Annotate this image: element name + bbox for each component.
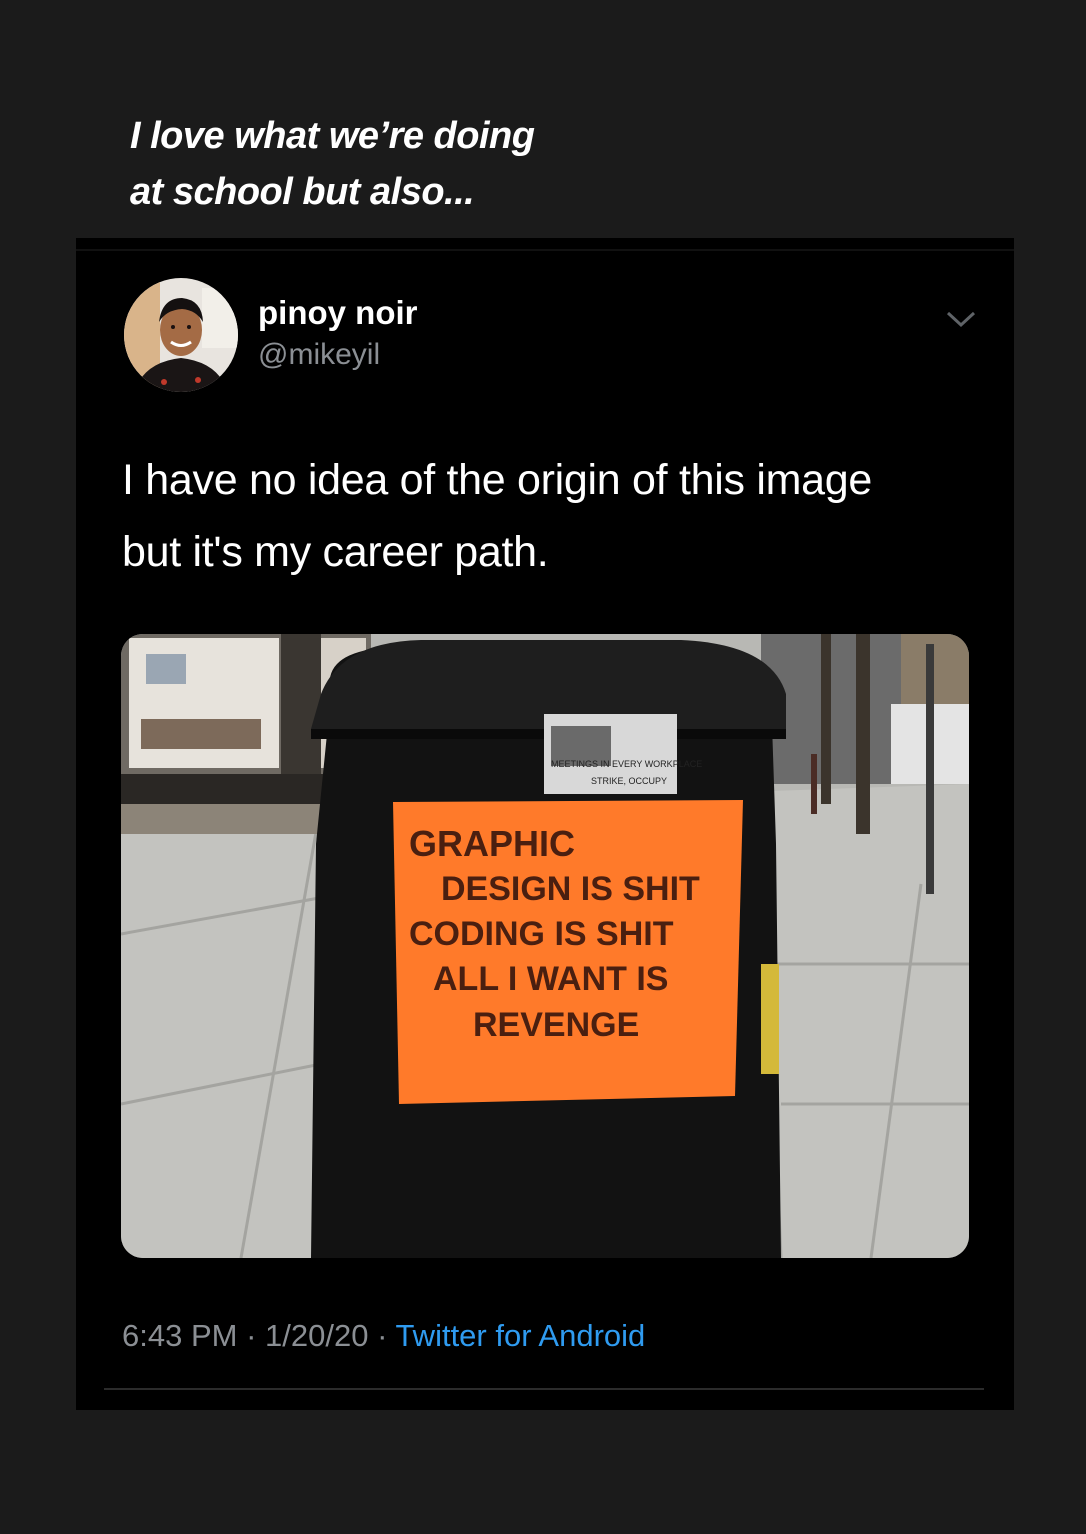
sign-line-4: ALL I WANT IS [433,960,668,998]
caption-line-1: I love what we’re doing [130,115,535,157]
tweet-photo[interactable]: MEETINGS IN EVERY WORKPLACE STRIKE, OCCU… [121,634,969,1258]
chevron-down-icon[interactable] [944,308,978,330]
separator: · [368,1318,396,1353]
tweet-meta: 6:43 PM · 1/20/20 · Twitter for Android [122,1318,645,1354]
divider [104,1388,984,1390]
tweet-date: 1/20/20 [265,1318,369,1353]
display-name[interactable]: pinoy noir [258,294,418,332]
divider [76,249,1014,251]
story-caption: I love what we’re doing at school but al… [130,108,535,220]
tweet-time: 6:43 PM [122,1318,238,1353]
photo-image: MEETINGS IN EVERY WORKPLACE STRIKE, OCCU… [121,634,969,1258]
sign-line-3: CODING IS SHIT [409,915,674,953]
tweet-text-line-1: I have no idea of the origin of this ima… [122,456,872,504]
tweet-text: I have no idea of the origin of this ima… [122,444,982,588]
sign-line-2: DESIGN IS SHIT [441,870,700,908]
caption-line-2: at school but also... [130,171,475,213]
sticker-text-2: STRIKE, OCCUPY [591,776,667,786]
tweet-text-line-2: but it's my career path. [122,528,549,576]
sticker-text-1: MEETINGS IN EVERY WORKPLACE [551,759,702,769]
tweet-source-link[interactable]: Twitter for Android [395,1318,645,1353]
avatar[interactable] [124,278,238,392]
user-handle[interactable]: @mikeyil [258,338,380,372]
sign-line-5: REVENGE [473,1006,639,1044]
separator: · [237,1318,266,1353]
tweet-card[interactable]: pinoy noir @mikeyil I have no idea of th… [76,238,1014,1410]
sign-line-1: GRAPHIC [409,823,575,864]
